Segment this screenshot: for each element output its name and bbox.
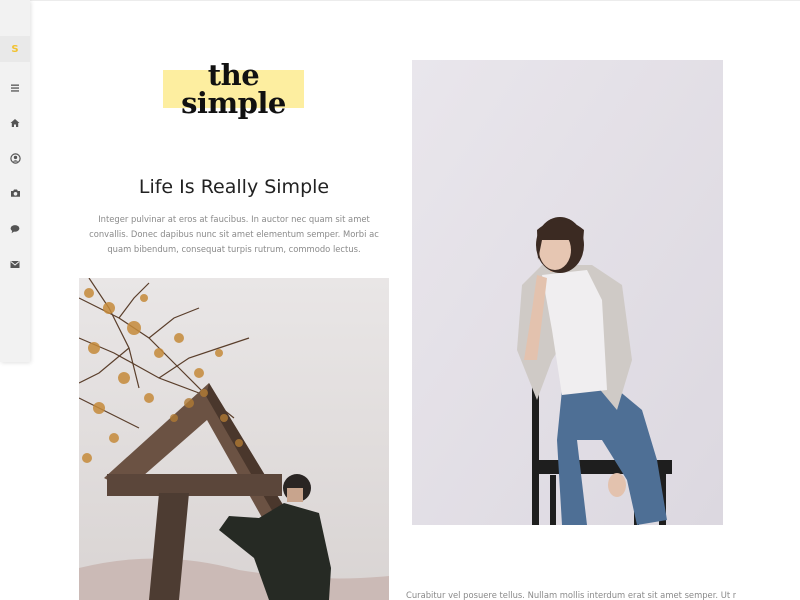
- photo-wooden-shelter[interactable]: [79, 278, 389, 600]
- sidebar-item-comments[interactable]: [0, 216, 30, 242]
- menu-icon: [11, 84, 19, 92]
- camera-icon: [10, 189, 20, 197]
- sidebar-item-gallery[interactable]: [0, 180, 30, 206]
- sidebar-item-contact[interactable]: [0, 251, 30, 277]
- chat-icon: [10, 225, 20, 234]
- photo-woman-seated[interactable]: [412, 60, 723, 525]
- user-icon: [9, 152, 21, 164]
- sidebar-item-profile[interactable]: [0, 145, 30, 171]
- sidebar-item-home[interactable]: [0, 110, 30, 136]
- sidebar: S: [0, 0, 30, 362]
- sidebar-item-menu[interactable]: [0, 75, 30, 101]
- photo-woman-seated-image: [412, 60, 723, 525]
- home-icon: [10, 119, 20, 127]
- photo-wooden-shelter-image: [79, 278, 389, 600]
- sidebar-logo-letter: S: [11, 43, 19, 55]
- intro-paragraph: Integer pulvinar at eros at faucibus. In…: [89, 214, 379, 254]
- page-title: Life Is Really Simple: [138, 176, 330, 198]
- mail-icon: [10, 260, 20, 268]
- top-border: [0, 0, 800, 1]
- logo-text-line2: simple: [181, 86, 286, 120]
- body-text-excerpt: Curabitur vel posuere tellus. Nullam mol…: [406, 590, 736, 600]
- site-logo[interactable]: the simple: [163, 55, 304, 125]
- sidebar-logo[interactable]: S: [0, 36, 30, 62]
